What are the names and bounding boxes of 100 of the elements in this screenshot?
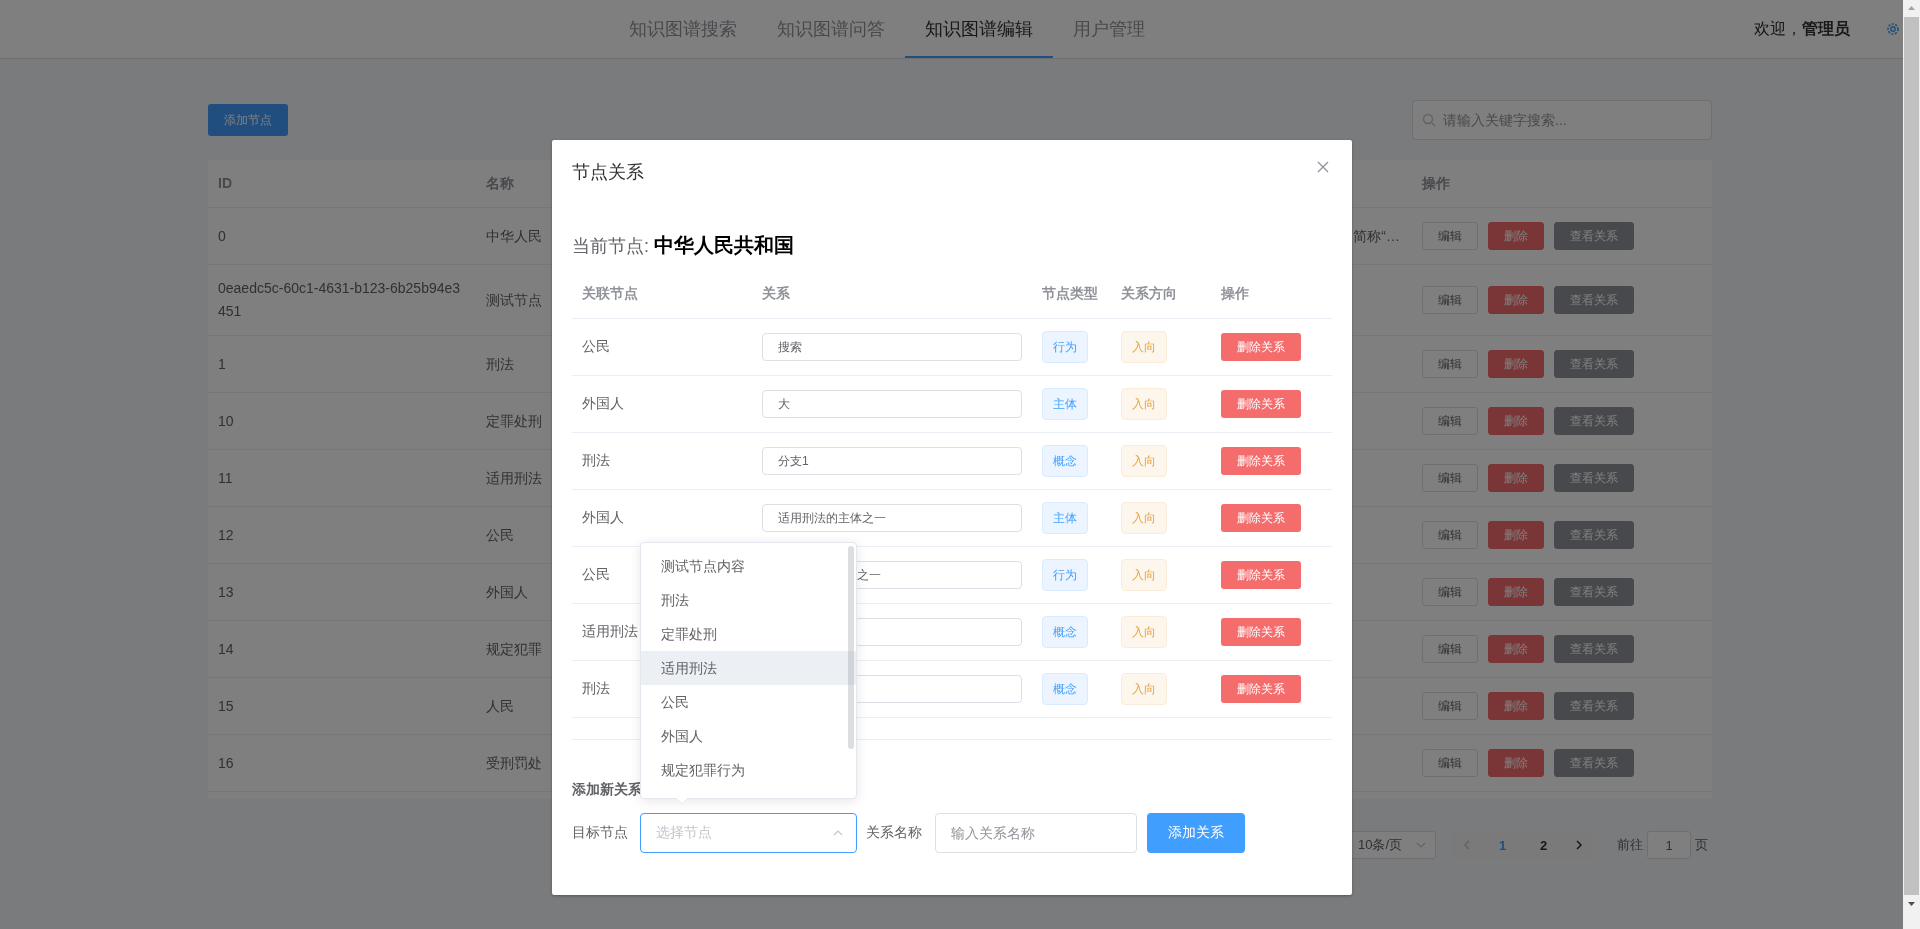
table-cell: 16 (218, 754, 234, 771)
scrollbar[interactable] (1903, 0, 1920, 929)
table-cell: 公民 (486, 526, 514, 543)
relation-input[interactable]: 大 (762, 390, 1022, 418)
search-icon (1422, 113, 1436, 127)
direction-tag: 入向 (1121, 616, 1167, 648)
welcome-text: 欢迎，管理员 (1754, 18, 1850, 39)
column-header: 关联节点 (582, 285, 638, 301)
type-tag: 概念 (1042, 445, 1088, 477)
direction-tag: 入向 (1121, 673, 1167, 705)
goto-label: 前往 (1617, 836, 1643, 854)
table-cell: 测试节点 (486, 291, 542, 308)
table-cell: 12 (218, 526, 234, 543)
add-node-button[interactable]: 添加节点 (208, 104, 288, 136)
row-action-button[interactable]: 编辑 (1422, 464, 1478, 492)
relation-input[interactable]: 分支1 (762, 447, 1022, 475)
delete-relation-button[interactable]: 删除关系 (1221, 675, 1301, 703)
settings-icon[interactable] (1885, 21, 1901, 37)
table-cell: 受刑罚处 (486, 754, 542, 771)
target-node-select[interactable]: 选择节点 (640, 813, 857, 853)
relation-input[interactable]: 适用刑法的主体之一 (762, 504, 1022, 532)
current-node-text: 当前节点: 中华人民共和国 (572, 233, 795, 258)
table-cell: 适用刑法 (486, 469, 542, 486)
table-cell: 人民 (486, 697, 514, 714)
delete-relation-button[interactable]: 删除关系 (1221, 504, 1301, 532)
table-cell: 外国人 (582, 395, 624, 411)
row-action-button[interactable]: 编辑 (1422, 350, 1478, 378)
page-suffix: 页 (1695, 836, 1708, 854)
dropdown-option[interactable]: 规定犯罪行为 (641, 753, 856, 787)
nav-tab[interactable]: 知识图谱编辑 (905, 0, 1053, 58)
table-cell: 刑法 (582, 452, 610, 468)
column-header: 节点类型 (1042, 285, 1098, 301)
direction-tag: 入向 (1121, 388, 1167, 420)
row-action-button[interactable]: 编辑 (1422, 635, 1478, 663)
table-cell: 中华人民 (486, 227, 542, 244)
type-tag: 主体 (1042, 502, 1088, 534)
row-action-button[interactable]: 编辑 (1422, 286, 1478, 314)
type-tag: 主体 (1042, 388, 1088, 420)
type-tag: 行为 (1042, 331, 1088, 363)
row-action-button[interactable]: 编辑 (1422, 407, 1478, 435)
column-header: 关系方向 (1121, 285, 1177, 301)
row-action-button[interactable]: 编辑 (1422, 578, 1478, 606)
table-cell: 13 (218, 583, 234, 600)
row-action-button[interactable]: 删除 (1488, 521, 1544, 549)
row-action-button[interactable]: 删除 (1488, 635, 1544, 663)
dropdown-option[interactable]: 定罪处刑 (641, 617, 856, 651)
direction-tag: 入向 (1121, 559, 1167, 591)
table-cell: 0eaedc5c-60c1-4631-b123-6b25b94e3451 (218, 280, 461, 319)
table-cell: 14 (218, 640, 234, 657)
row-action-button[interactable]: 删除 (1488, 407, 1544, 435)
table-cell: 简称“… (1353, 227, 1400, 244)
table-cell: 公民 (582, 338, 610, 354)
table-cell: 外国人 (486, 583, 528, 600)
table-cell: 0 (218, 227, 226, 244)
chevron-right-icon (1573, 839, 1585, 851)
column-header: 操作 (1221, 285, 1249, 301)
row-action-button[interactable]: 删除 (1488, 464, 1544, 492)
delete-relation-button[interactable]: 删除关系 (1221, 618, 1301, 646)
dropdown-option[interactable]: 外国人 (641, 719, 856, 753)
dropdown-option[interactable]: 适用刑法 (641, 651, 856, 685)
type-tag: 行为 (1042, 559, 1088, 591)
table-cell: 规定犯罪 (486, 640, 542, 657)
row-action-button[interactable]: 删除 (1488, 749, 1544, 777)
chevron-left-icon (1461, 839, 1473, 851)
delete-relation-button[interactable]: 删除关系 (1221, 333, 1301, 361)
relation-name-input[interactable]: 输入关系名称 (935, 813, 1137, 853)
delete-relation-button[interactable]: 删除关系 (1221, 390, 1301, 418)
table-cell: 刑法 (486, 355, 514, 372)
column-header: 关系 (762, 285, 790, 301)
row-action-button[interactable]: 删除 (1488, 222, 1544, 250)
close-icon[interactable] (1317, 161, 1329, 173)
table-cell: 定罪处刑 (486, 412, 542, 429)
row-action-button[interactable]: 编辑 (1422, 692, 1478, 720)
row-action-button[interactable]: 编辑 (1422, 222, 1478, 250)
goto-page-input[interactable]: 1 (1647, 831, 1691, 859)
type-tag: 概念 (1042, 673, 1088, 705)
table-cell: 外国人 (582, 509, 624, 525)
table-cell: 1 (218, 355, 226, 372)
type-tag: 概念 (1042, 616, 1088, 648)
table-cell: 10 (218, 412, 234, 429)
add-relation-button[interactable]: 添加关系 (1147, 813, 1245, 853)
table-cell: 15 (218, 697, 234, 714)
direction-tag: 入向 (1121, 502, 1167, 534)
field-label: 目标节点 (572, 824, 628, 842)
row-action-button[interactable]: 删除 (1488, 692, 1544, 720)
table-cell: 刑法 (582, 680, 610, 696)
delete-relation-button[interactable]: 删除关系 (1221, 561, 1301, 589)
row-action-button[interactable]: 删除 (1488, 286, 1544, 314)
delete-relation-button[interactable]: 删除关系 (1221, 447, 1301, 475)
row-action-button[interactable]: 编辑 (1422, 749, 1478, 777)
direction-tag: 入向 (1121, 445, 1167, 477)
table-cell: 适用刑法 (582, 623, 638, 639)
row-action-button[interactable]: 编辑 (1422, 521, 1478, 549)
row-action-button[interactable]: 删除 (1488, 350, 1544, 378)
row-action-button[interactable]: 删除 (1488, 578, 1544, 606)
field-label: 关系名称 (866, 824, 922, 842)
dropdown-option[interactable]: 公民 (641, 685, 856, 719)
table-cell: 11 (218, 469, 233, 486)
direction-tag: 入向 (1121, 331, 1167, 363)
relation-input[interactable]: 搜索 (762, 333, 1022, 361)
